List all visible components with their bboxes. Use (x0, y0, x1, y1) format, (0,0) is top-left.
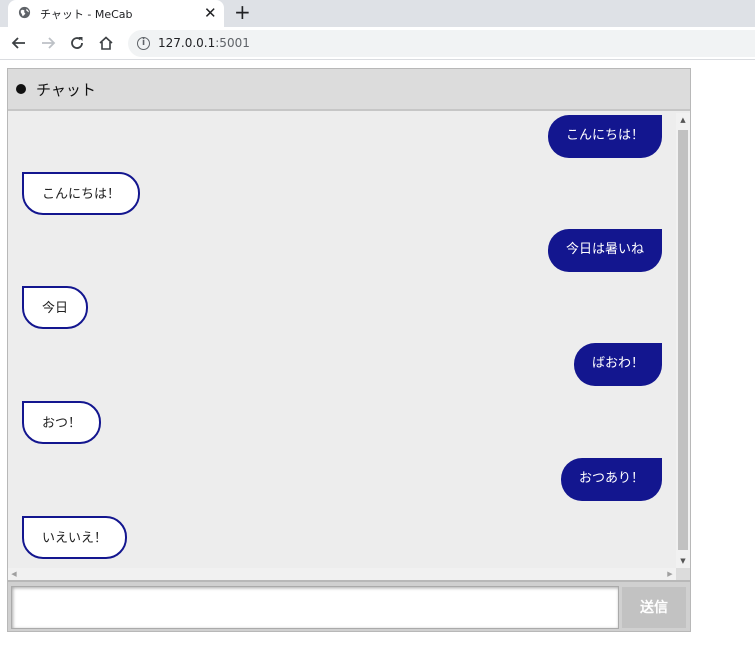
back-button[interactable] (9, 33, 29, 53)
input-bar: 送信 (8, 580, 690, 631)
bot-message: いえいえ！ (22, 516, 128, 559)
user-message: こんにちは！ (547, 115, 662, 158)
user-message: ばおわ！ (573, 343, 662, 386)
scroll-up-icon[interactable]: ▲ (676, 113, 690, 127)
chat-title: チャット (36, 81, 96, 99)
browser-tab[interactable]: チャット - MeCab ✕ (8, 0, 224, 27)
url-host: 127.0.0.1 (158, 36, 216, 50)
user-message: 今日は暑いね (547, 229, 662, 272)
info-icon[interactable]: i (137, 37, 150, 50)
scroll-left-icon[interactable]: ◀ (8, 568, 20, 580)
scroll-right-icon[interactable]: ▶ (664, 568, 676, 580)
url-text[interactable]: 127.0.0.1:5001 (158, 36, 250, 50)
send-button[interactable]: 送信 (622, 587, 686, 628)
tab-title: チャット - MeCab (40, 8, 133, 21)
browser-toolbar: i 127.0.0.1:5001 (0, 27, 755, 60)
close-tab-icon[interactable]: ✕ (204, 3, 217, 23)
user-message: おつあり！ (560, 458, 662, 501)
scroll-down-icon[interactable]: ▼ (676, 554, 690, 568)
new-tab-button[interactable]: + (234, 1, 251, 23)
arrow-left-icon (11, 37, 25, 49)
message-input[interactable] (11, 586, 619, 629)
reload-button[interactable] (67, 33, 87, 53)
forward-button[interactable] (38, 33, 58, 53)
bot-message: おつ！ (22, 401, 102, 444)
url-port: :5001 (215, 36, 250, 50)
status-dot-icon (16, 84, 26, 94)
home-icon (99, 36, 113, 50)
home-button[interactable] (96, 33, 116, 53)
address-bar[interactable]: i 127.0.0.1:5001 (128, 30, 755, 57)
message-list[interactable]: こんにちは！ こんにちは！ 今日は暑いね 今日 ばおわ！ おつ！ おつあり！ い… (8, 113, 676, 568)
chat-header: チャット (8, 69, 690, 111)
arrow-right-icon (42, 37, 56, 49)
scrollbar-corner (676, 568, 690, 580)
vertical-scrollbar[interactable]: ▲ ▼ (676, 113, 690, 568)
bot-message: 今日 (22, 286, 89, 329)
reload-icon (71, 37, 83, 49)
bot-message: こんにちは！ (22, 172, 141, 215)
horizontal-scrollbar[interactable]: ◀ ▶ (8, 568, 676, 580)
globe-icon (18, 6, 31, 19)
chat-window: チャット こんにちは！ こんにちは！ 今日は暑いね 今日 ばおわ！ おつ！ おつ… (7, 68, 691, 632)
scrollbar-thumb[interactable] (678, 130, 688, 550)
browser-tab-bar: チャット - MeCab ✕ + (0, 0, 755, 27)
